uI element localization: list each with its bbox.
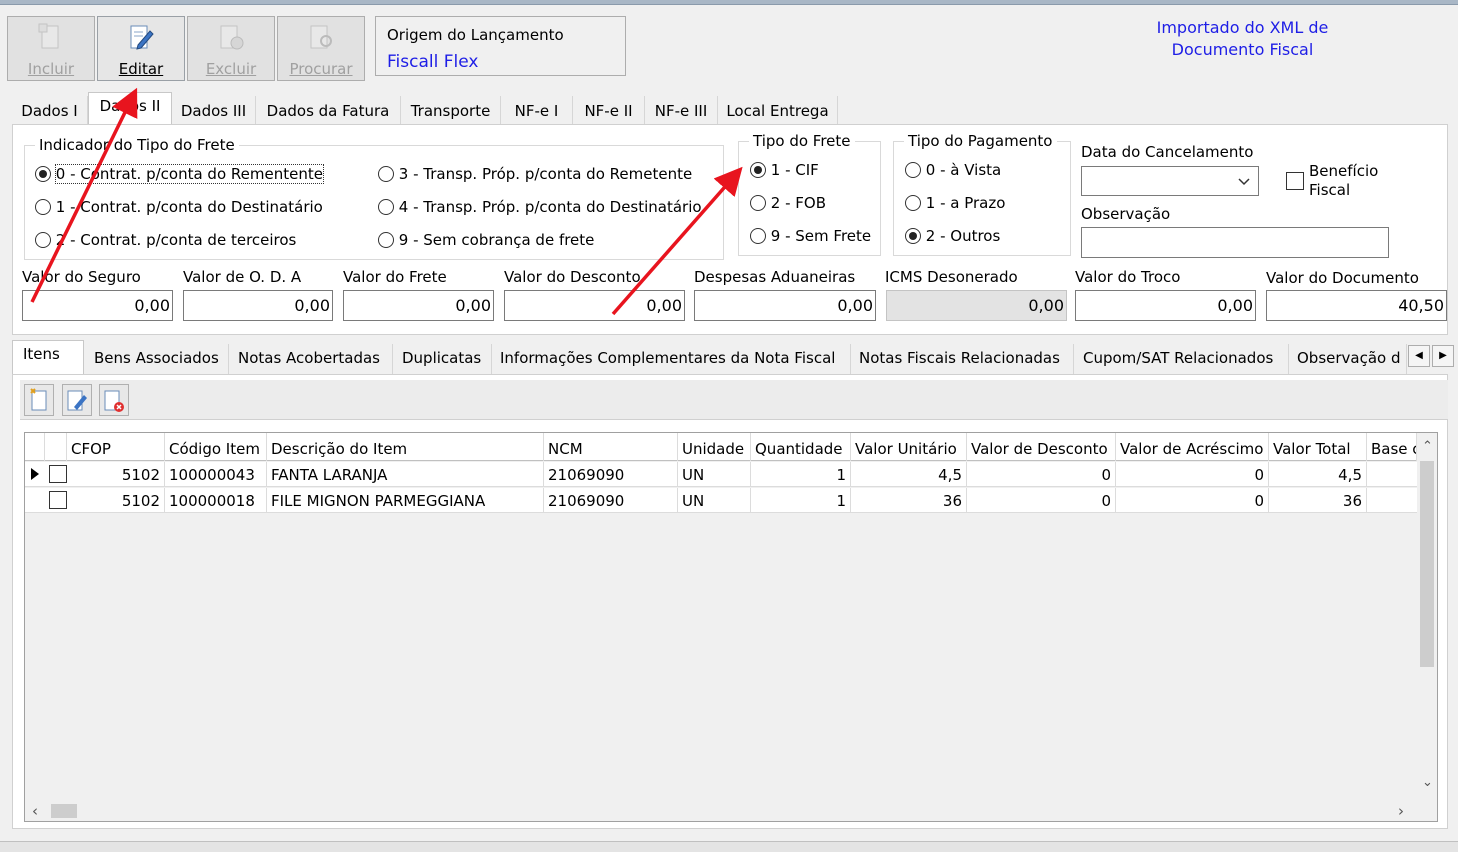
annotation-arrow-to-editar xyxy=(30,87,138,303)
annotation-arrows xyxy=(30,87,743,316)
annotation-arrow-to-cif xyxy=(611,166,743,316)
